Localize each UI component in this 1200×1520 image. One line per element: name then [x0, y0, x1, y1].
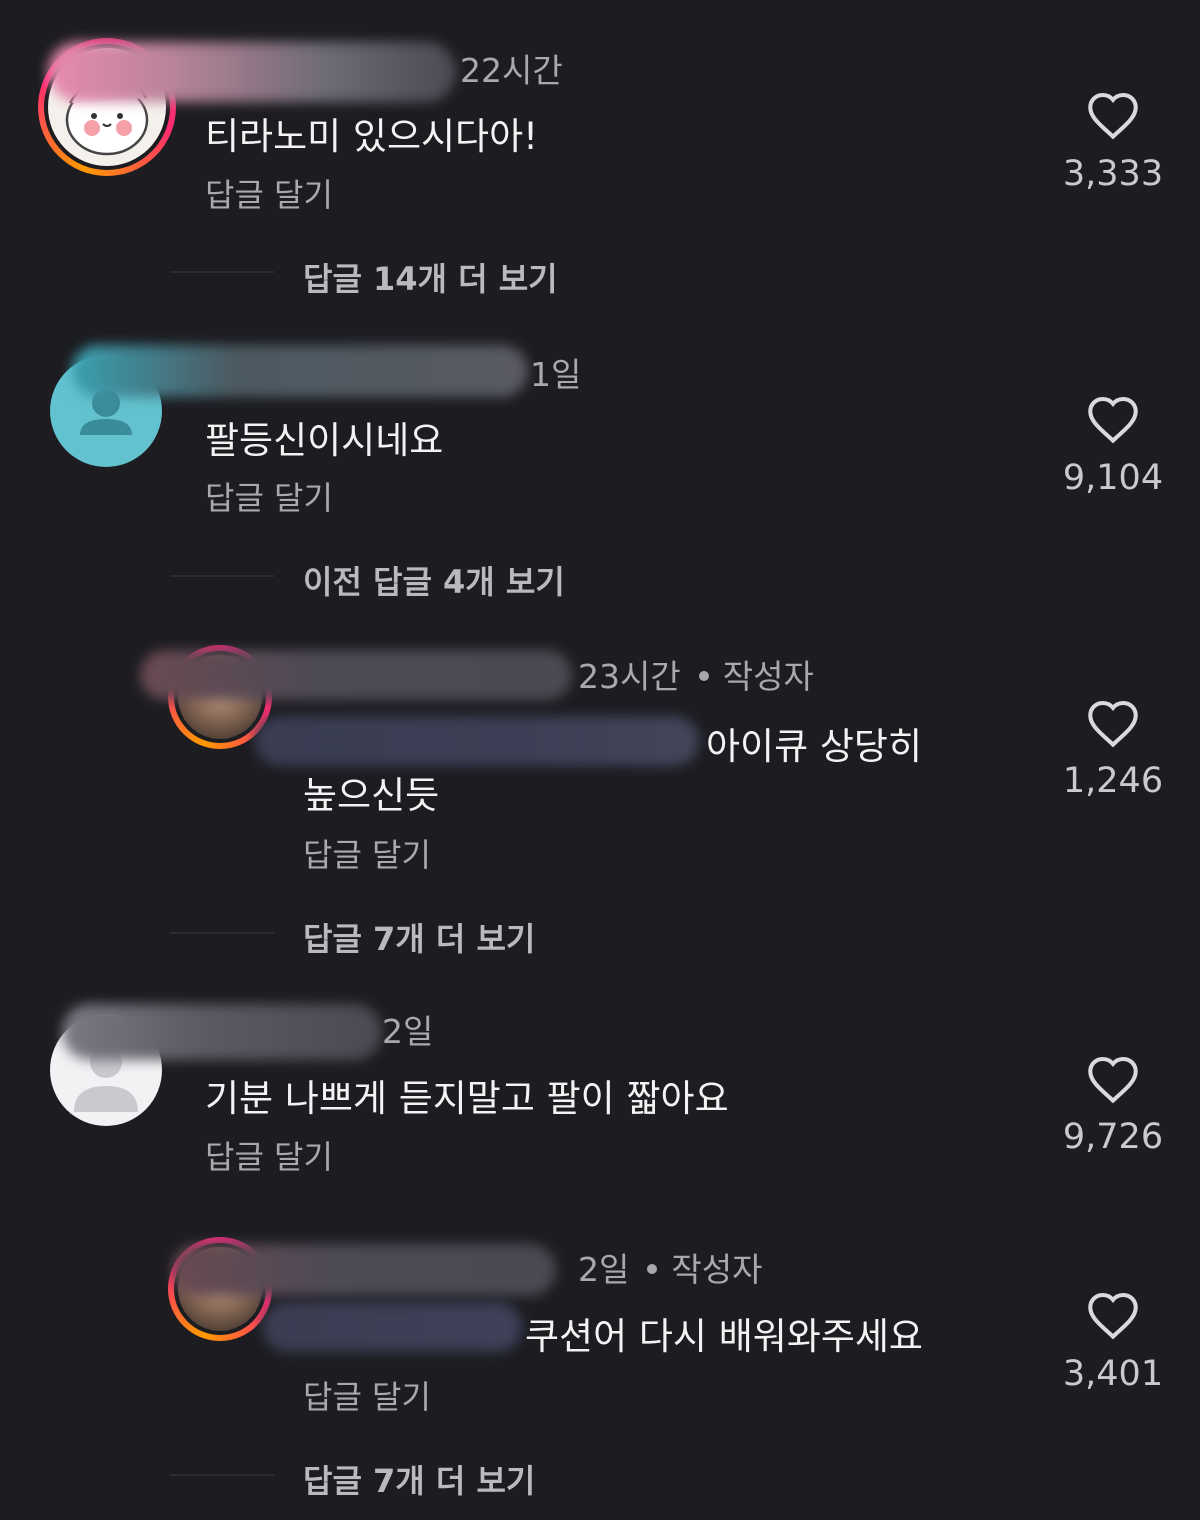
- like-count: 1,246: [1062, 761, 1164, 801]
- heart-icon[interactable]: [1085, 698, 1141, 748]
- like-count: 9,726: [1062, 1117, 1164, 1157]
- comment-text: 쿠션어 다시 배워와주세요: [525, 1315, 923, 1358]
- blurred-mention: [255, 716, 699, 766]
- comment-timestamp: 23시간 작성자: [578, 650, 814, 698]
- comment-text: 팔등신이시네요: [205, 419, 444, 462]
- like-count: 3,401: [1062, 1354, 1164, 1394]
- view-previous-replies-button[interactable]: 이전 답글 4개 보기: [303, 557, 565, 603]
- blurred-mention: [262, 1302, 522, 1352]
- comment-timestamp: 2일: [382, 1012, 434, 1051]
- separator-dot: [647, 1263, 658, 1274]
- blurred-username: [62, 1004, 382, 1060]
- blurred-username: [48, 42, 456, 102]
- separator-dot: [698, 670, 709, 681]
- comment-timestamp: 2일 작성자: [578, 1243, 762, 1291]
- blurred-username: [172, 1244, 556, 1296]
- author-badge: 작성자: [722, 657, 814, 696]
- heart-icon[interactable]: [1085, 90, 1141, 140]
- heart-icon[interactable]: [1085, 394, 1141, 444]
- like-count: 3,333: [1062, 154, 1164, 194]
- thread-divider: [170, 932, 274, 934]
- blurred-username: [72, 345, 528, 397]
- blurred-username: [140, 650, 572, 700]
- timestamp-text: 2일: [578, 1250, 630, 1289]
- reply-button[interactable]: 답글 달기: [205, 1132, 333, 1178]
- heart-icon[interactable]: [1085, 1054, 1141, 1104]
- comment-text: 기분 나쁘게 듣지말고 팔이 짧아요: [205, 1077, 729, 1120]
- comment-timestamp: 1일: [530, 355, 582, 394]
- view-more-replies-button[interactable]: 답글 7개 더 보기: [303, 1456, 535, 1502]
- view-more-replies-button[interactable]: 답글 14개 더 보기: [303, 254, 558, 300]
- comment-text-continued: 높으신듯: [303, 774, 440, 817]
- view-more-replies-button[interactable]: 답글 7개 더 보기: [303, 914, 535, 960]
- author-badge: 작성자: [671, 1250, 763, 1289]
- like-count: 9,104: [1062, 458, 1164, 498]
- reply-button[interactable]: 답글 달기: [303, 1372, 431, 1418]
- thread-divider: [170, 271, 274, 273]
- thread-divider: [170, 575, 274, 577]
- heart-icon[interactable]: [1085, 1290, 1141, 1340]
- comment-text: 아이큐 상당히: [706, 725, 923, 768]
- reply-button[interactable]: 답글 달기: [205, 170, 333, 216]
- timestamp-text: 23시간: [578, 657, 681, 696]
- thread-divider: [170, 1474, 274, 1476]
- reply-button[interactable]: 답글 달기: [303, 830, 431, 876]
- reply-button[interactable]: 답글 달기: [205, 473, 333, 519]
- comment-timestamp: 22시간: [460, 51, 563, 90]
- comment-text: 티라노미 있으시다아!: [205, 115, 538, 158]
